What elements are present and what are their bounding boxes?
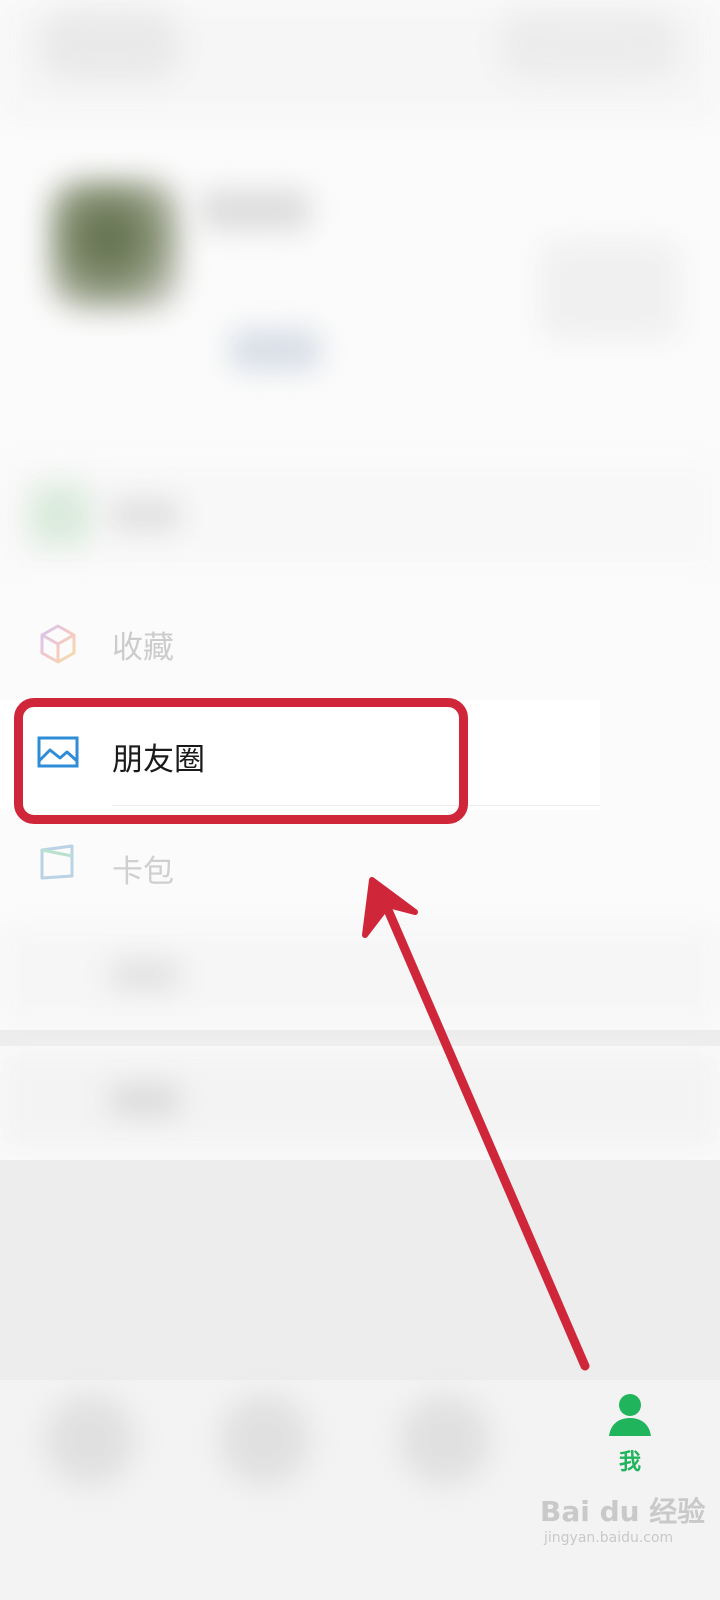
watermark-url: jingyan.baidu.com bbox=[544, 1530, 674, 1546]
watermark-brand: Bai du 经验 bbox=[540, 1495, 706, 1528]
arrow-annotation bbox=[362, 877, 590, 1371]
watermark: Bai du 经验 jingyan.baidu.com bbox=[540, 1490, 720, 1580]
